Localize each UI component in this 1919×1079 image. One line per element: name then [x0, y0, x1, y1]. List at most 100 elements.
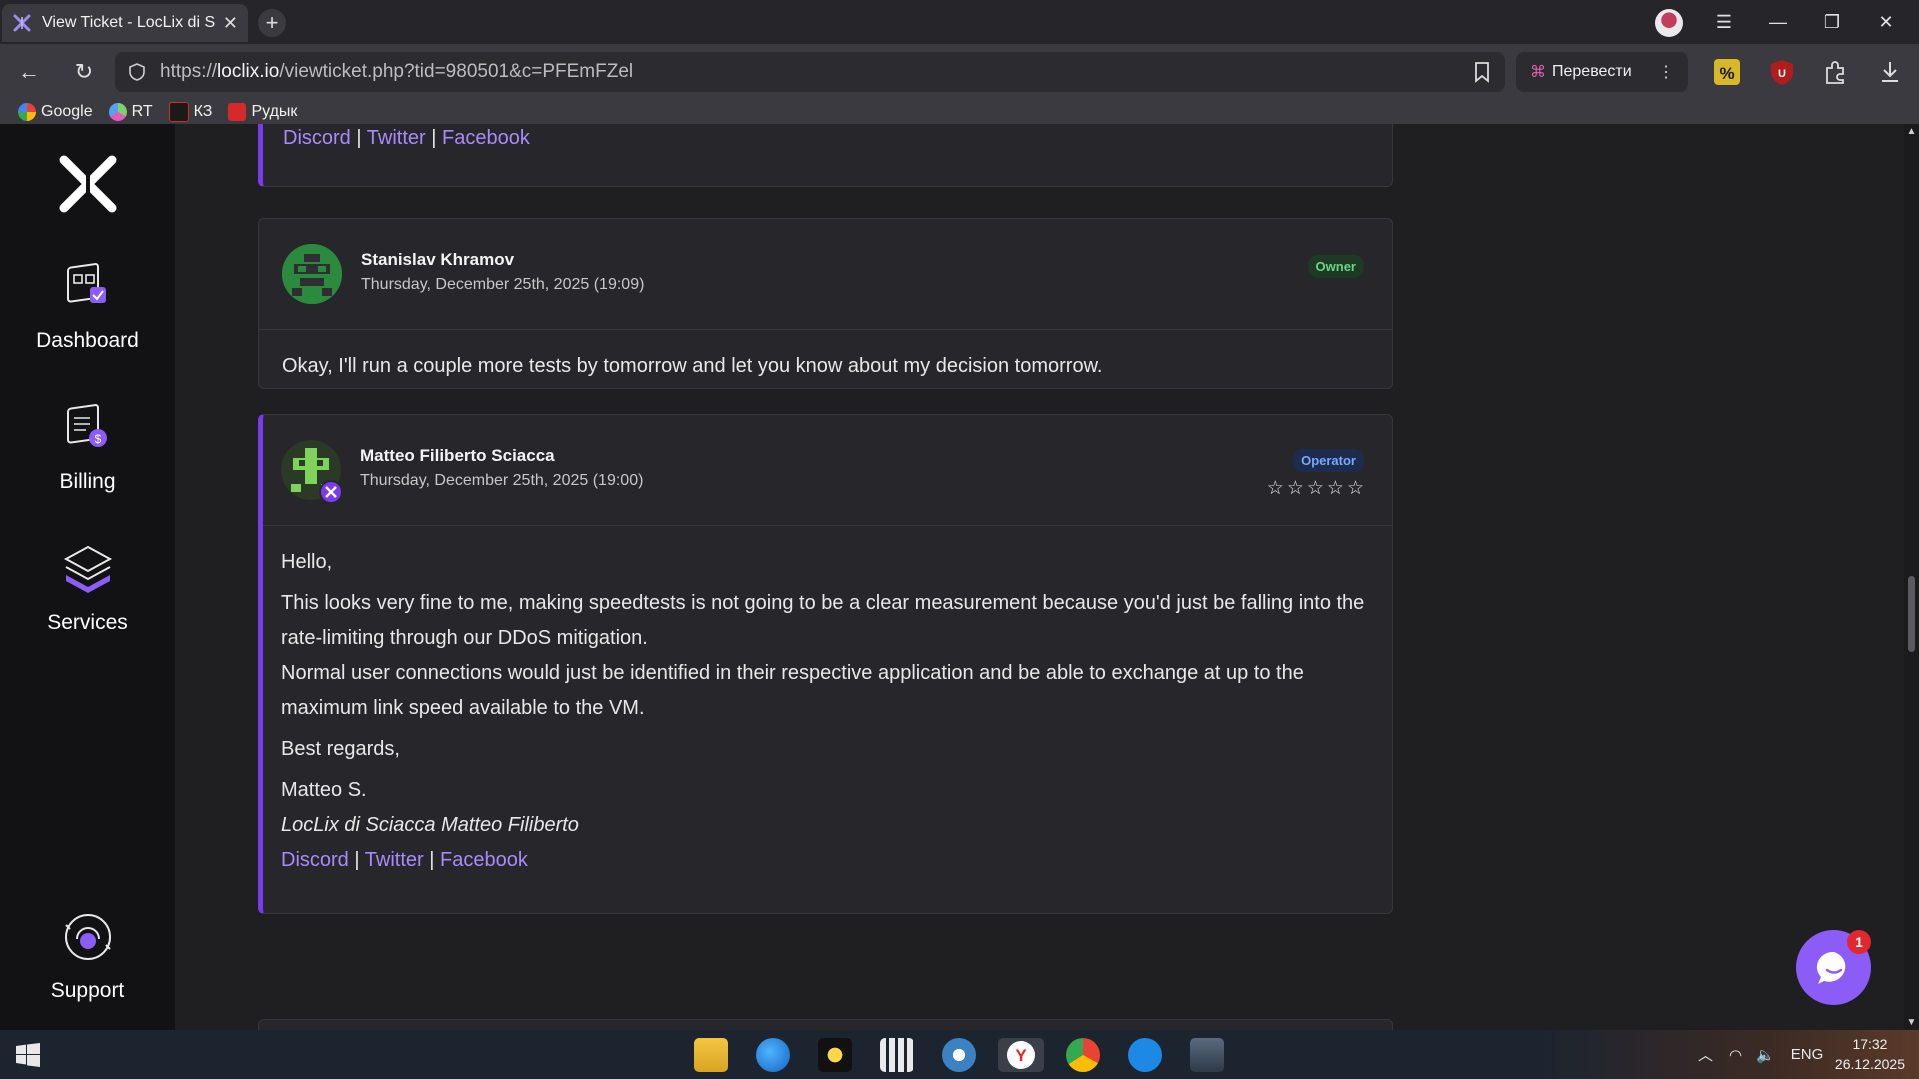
- loclix-logo[interactable]: [58, 154, 118, 214]
- menu-icon[interactable]: ☰: [1697, 12, 1751, 33]
- reply-header: Stanislav Khramov Thursday, December 25t…: [259, 219, 1392, 330]
- tab-title: View Ticket - LocLix di S: [42, 14, 216, 31]
- status-badge-operator: Operator: [1293, 449, 1364, 472]
- sun-app-icon[interactable]: [818, 1038, 852, 1072]
- page-scrollbar[interactable]: ▲ ▼: [1904, 124, 1919, 1030]
- support-headset-icon: [64, 914, 111, 960]
- volume-icon[interactable]: 🔈: [1756, 1046, 1775, 1064]
- taskbar-clock[interactable]: 17:32 26.12.2025: [1835, 1034, 1905, 1074]
- star-icon[interactable]: ☆: [1287, 477, 1304, 500]
- star-icon[interactable]: ☆: [1327, 477, 1344, 500]
- browser-tab-bar: View Ticket - LocLix di S ✕ + ☰ — ❐ ✕: [0, 0, 1919, 44]
- reply-header: Matteo Filiberto Sciacca Thursday, Decem…: [263, 415, 1392, 526]
- facebook-link[interactable]: Facebook: [440, 849, 528, 871]
- bookmark-google[interactable]: Google: [18, 103, 93, 121]
- avatar: [281, 440, 343, 504]
- browser-tab-active[interactable]: View Ticket - LocLix di S ✕: [2, 4, 248, 42]
- rt-icon: [108, 103, 127, 121]
- author-name: Matteo Filiberto Sciacca: [360, 446, 555, 465]
- chat-bubble-icon: [1816, 951, 1846, 984]
- rating-stars[interactable]: ☆ ☆ ☆ ☆ ☆: [1264, 477, 1364, 500]
- url-input[interactable]: https://loclix.io/viewticket.php?tid=980…: [115, 52, 1505, 92]
- close-window-icon[interactable]: ✕: [1859, 12, 1913, 33]
- bookmark-rt[interactable]: RT: [108, 103, 153, 121]
- signature-name: Matteo S.: [281, 779, 367, 801]
- bookmark-kz[interactable]: КЗ: [168, 102, 212, 122]
- message-date: Thursday, December 25th, 2025 (19:09): [361, 276, 645, 293]
- minimize-icon[interactable]: —: [1751, 12, 1805, 33]
- operator-badge-icon: [319, 480, 343, 504]
- closing: Best regards,: [281, 738, 400, 760]
- dashboard-icon: [66, 263, 106, 303]
- services-layers-icon: [63, 545, 112, 593]
- sidebar-item-dashboard[interactable]: Dashboard: [0, 259, 175, 353]
- unread-count-badge: 1: [1847, 930, 1871, 954]
- system-tray: ︿ ◠ 🔈 ENG: [1698, 1030, 1823, 1079]
- windows-start-icon[interactable]: [16, 1043, 40, 1067]
- scroll-up-icon[interactable]: ▲: [1906, 126, 1917, 137]
- star-icon[interactable]: ☆: [1347, 477, 1364, 500]
- bookmark-icon[interactable]: [1473, 61, 1491, 83]
- reload-icon[interactable]: ↻: [70, 58, 98, 86]
- translate-icon: ⌘: [1530, 64, 1546, 81]
- remote-desktop-icon[interactable]: [1190, 1038, 1224, 1072]
- facebook-link[interactable]: Facebook: [442, 127, 530, 149]
- browser-blue-icon[interactable]: [756, 1038, 790, 1072]
- wifi-icon[interactable]: ◠: [1729, 1046, 1742, 1064]
- star-icon[interactable]: ☆: [1307, 477, 1324, 500]
- language-indicator[interactable]: ENG: [1791, 1046, 1824, 1063]
- discord-link[interactable]: Discord: [281, 849, 349, 871]
- sidebar-item-services[interactable]: Services: [0, 541, 175, 635]
- windows-taskbar: Y ︿ ◠ 🔈 ENG 17:32 26.12.2025: [0, 1030, 1919, 1079]
- scroll-down-icon[interactable]: ▼: [1906, 1017, 1917, 1028]
- new-tab-button[interactable]: +: [258, 9, 286, 37]
- tray-chevron-up-icon[interactable]: ︿: [1698, 1044, 1713, 1065]
- bookmark-rudyk[interactable]: Рудык: [228, 103, 297, 121]
- discount-extension-icon[interactable]: %: [1713, 58, 1741, 86]
- window-controls: ☰ — ❐ ✕: [1697, 0, 1913, 44]
- url-text: https://loclix.io/viewticket.php?tid=980…: [160, 61, 634, 82]
- twitter-link[interactable]: Twitter: [365, 849, 424, 871]
- greeting: Hello,: [281, 551, 333, 573]
- tab-close-icon[interactable]: ✕: [223, 13, 238, 34]
- media-player-icon[interactable]: [942, 1038, 976, 1072]
- billing-icon: $: [66, 404, 107, 447]
- vk-messenger-icon[interactable]: [1128, 1038, 1162, 1072]
- calculator-icon[interactable]: [880, 1038, 914, 1072]
- extensions-puzzle-icon[interactable]: [1821, 58, 1849, 86]
- ticket-replies: Discord | Twitter | Facebook Stanislav K…: [175, 124, 1904, 1030]
- sidebar-item-billing[interactable]: $ Billing: [0, 400, 175, 494]
- youtube-icon: [228, 103, 247, 121]
- chrome-icon[interactable]: [1066, 1038, 1100, 1072]
- file-explorer-icon[interactable]: [694, 1038, 728, 1072]
- site-info-shield-icon[interactable]: [127, 62, 147, 82]
- reply-card-owner: Stanislav Khramov Thursday, December 25t…: [258, 218, 1393, 389]
- svg-text:U: U: [1778, 68, 1786, 80]
- sidebar-item-support[interactable]: Support: [0, 909, 175, 1003]
- translate-button[interactable]: ⌘ Перевести ⋮: [1516, 52, 1688, 92]
- profile-avatar[interactable]: [1655, 9, 1683, 37]
- yandex-browser-active-slot[interactable]: Y: [998, 1038, 1044, 1072]
- restore-icon[interactable]: ❐: [1805, 12, 1859, 33]
- loclix-favicon-icon: [13, 14, 31, 32]
- scrollbar-thumb[interactable]: [1908, 576, 1915, 652]
- clock-time: 17:32: [1852, 1036, 1888, 1052]
- google-icon: [18, 103, 36, 121]
- svg-text:Y: Y: [1015, 1046, 1027, 1065]
- yandex-browser-icon: Y: [1007, 1041, 1035, 1069]
- star-icon[interactable]: ☆: [1267, 477, 1284, 500]
- sidebar: Dashboard $ Billing Services Support: [0, 124, 175, 1030]
- discord-link[interactable]: Discord: [283, 127, 351, 149]
- translate-menu-icon[interactable]: ⋮: [1658, 62, 1674, 82]
- signature-company: LocLix di Sciacca Matteo Filiberto: [281, 814, 579, 836]
- bookmarks-bar: Google RT КЗ Рудык: [0, 100, 1919, 124]
- kz-icon: [168, 102, 189, 122]
- message-paragraph: This looks very fine to me, making speed…: [281, 592, 1365, 649]
- svg-text:%: %: [1719, 64, 1734, 83]
- ublock-extension-icon[interactable]: U: [1768, 58, 1796, 86]
- twitter-link[interactable]: Twitter: [367, 127, 426, 149]
- download-icon[interactable]: [1876, 58, 1904, 86]
- back-icon[interactable]: ←: [15, 58, 43, 86]
- message-paragraph: Normal user connections would just be id…: [281, 662, 1304, 719]
- chat-widget-button[interactable]: 1: [1796, 930, 1871, 1005]
